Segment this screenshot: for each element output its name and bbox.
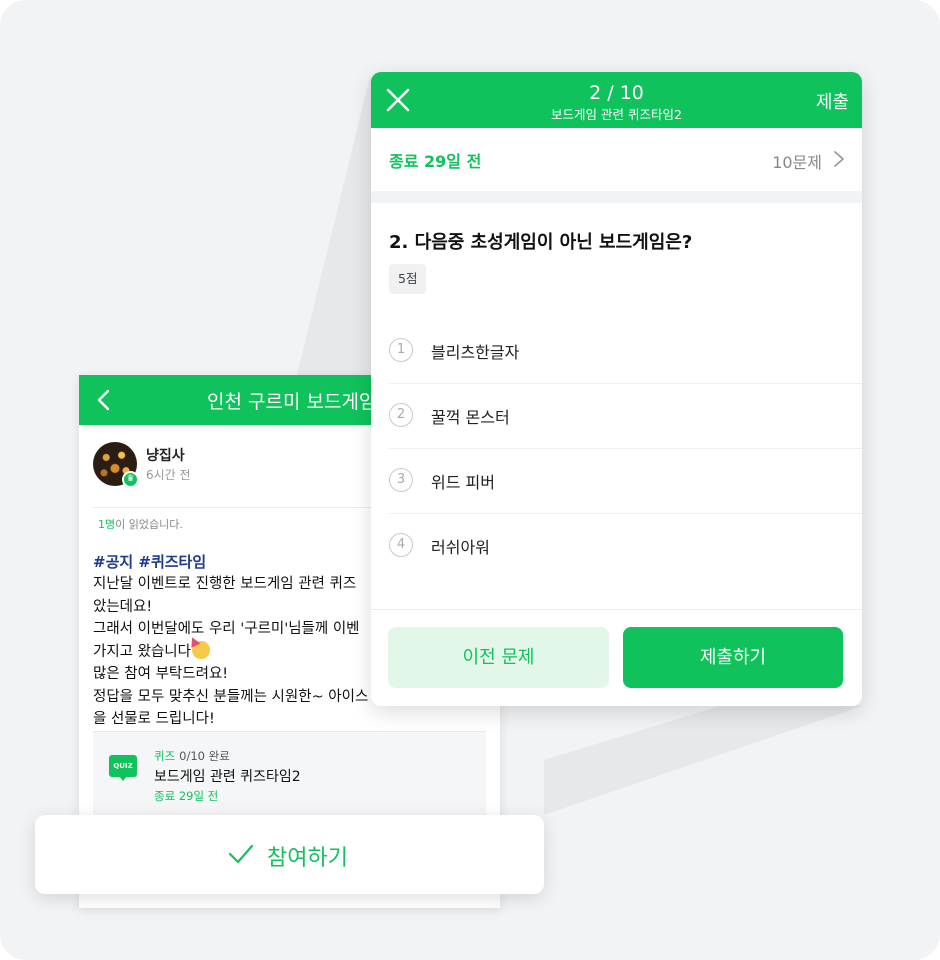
option-number: 4: [389, 533, 413, 557]
option-number: 2: [389, 403, 413, 427]
deadline-text: 종료 29일 전: [389, 152, 482, 171]
option-4[interactable]: 4 러쉬아워: [389, 514, 862, 578]
option-3[interactable]: 3 위드 피버: [389, 449, 862, 514]
quiz-subtitle: 보드게임 관련 퀴즈타임2: [551, 107, 682, 122]
option-1[interactable]: 1 블리츠한글자: [389, 319, 862, 384]
body-line: 을 선물로 드립니다!: [93, 711, 215, 727]
option-text: 위드 피버: [431, 473, 495, 492]
footer-divider: [371, 609, 862, 610]
crown-icon: ♛: [122, 471, 139, 488]
quiz-attachment[interactable]: QUIZ 퀴즈 0/10 완료 보드게임 관련 퀴즈타임2 종료 29일 전: [93, 731, 486, 827]
club-title: 인천 구르미 보드게임: [207, 391, 377, 413]
quiz-meta: 퀴즈 0/10 완료: [154, 748, 230, 764]
read-count: 1명: [98, 518, 116, 531]
party-face-emoji-icon: [192, 640, 210, 659]
back-arrow-icon[interactable]: [93, 388, 117, 412]
post-time: 6시간 전: [146, 468, 191, 482]
author-name[interactable]: 냥집사: [146, 445, 185, 465]
deadline-row[interactable]: 종료 29일 전 10문제: [371, 128, 862, 203]
join-button[interactable]: 참여하기: [35, 815, 544, 894]
option-text: 블리츠한글자: [431, 343, 520, 362]
total-questions: 10문제: [772, 153, 822, 172]
option-number: 3: [389, 468, 413, 492]
submit-button[interactable]: 제출하기: [623, 627, 843, 688]
chevron-right-icon: [834, 151, 844, 167]
submit-top-button[interactable]: 제출: [816, 88, 849, 114]
points-badge: 5점: [389, 264, 427, 294]
post-tags[interactable]: #공지 #퀴즈타임: [93, 551, 206, 572]
option-text: 러쉬아워: [431, 538, 490, 557]
quiz-icon: QUIZ: [109, 755, 137, 781]
quiz-header: 2 / 10 보드게임 관련 퀴즈타임2 제출: [371, 72, 862, 128]
quiz-progress: 0/10 완료: [179, 749, 230, 763]
option-text: 꿀꺽 몬스터: [431, 408, 510, 427]
quiz-keyword: 퀴즈: [154, 749, 176, 763]
question-text: 2. 다음중 초성게임이 아닌 보드게임은?: [389, 232, 693, 253]
question-counter: 2 / 10: [589, 82, 644, 104]
quiz-name: 보드게임 관련 퀴즈타임2: [154, 769, 301, 785]
read-suffix: 이 읽었습니다.: [115, 518, 183, 531]
option-2[interactable]: 2 꿀꺽 몬스터: [389, 384, 862, 449]
join-button-label: 참여하기: [267, 846, 348, 871]
option-number: 1: [389, 338, 413, 362]
check-icon: [228, 844, 254, 864]
quiz-deadline: 종료 29일 전: [154, 789, 219, 803]
read-status: 1명이 읽었습니다.: [98, 516, 183, 532]
previous-question-button[interactable]: 이전 문제: [388, 627, 609, 688]
quiz-card: 2 / 10 보드게임 관련 퀴즈타임2 제출 종료 29일 전 10문제 2.…: [371, 72, 862, 706]
